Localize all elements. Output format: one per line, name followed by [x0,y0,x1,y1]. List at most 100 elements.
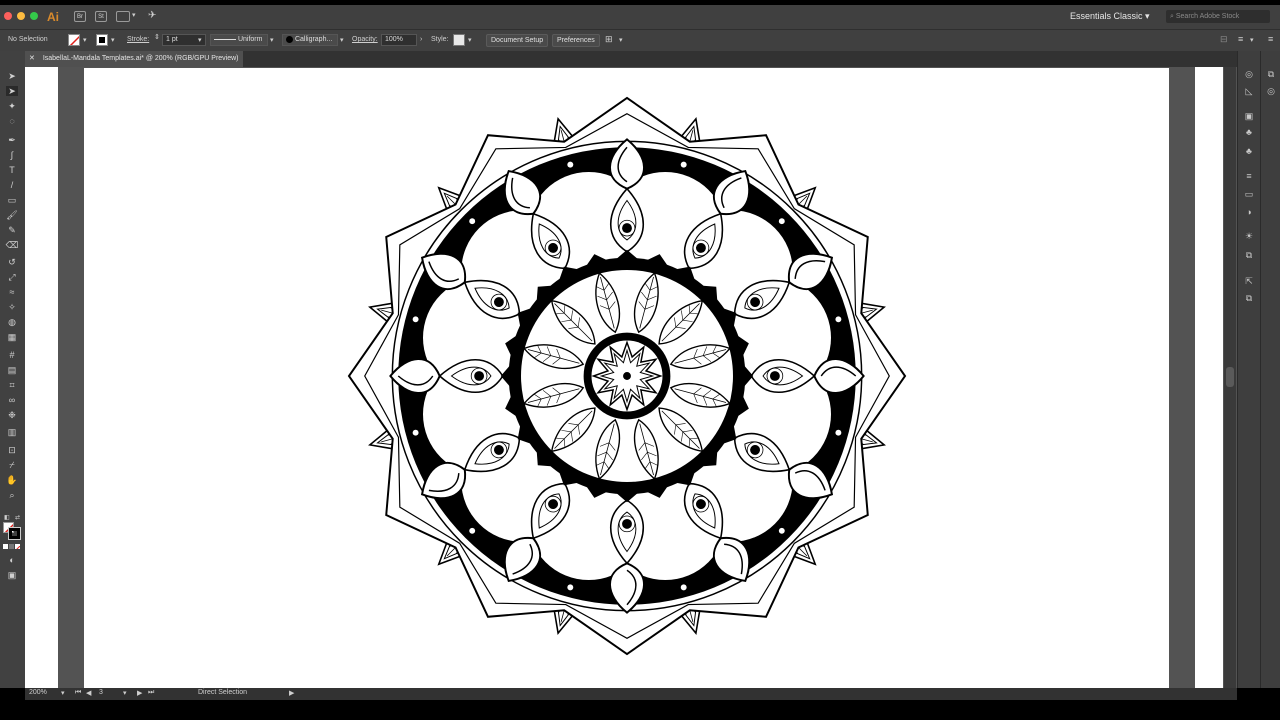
rectangle-tool-icon[interactable]: ▭ [6,195,18,205]
selection-tool-icon[interactable]: ➤ [6,71,18,81]
puppet-warp-tool-icon[interactable]: ✧ [6,302,18,312]
stepper-icon[interactable]: ⇕ [154,33,160,41]
chevron-right-icon[interactable]: ▶ [289,689,294,697]
minimize-window-button[interactable] [17,12,25,20]
bridge-button[interactable]: Br [74,11,86,22]
chevron-down-icon[interactable]: ▾ [61,689,65,697]
line-segment-tool-icon[interactable]: / [6,180,18,190]
align-icon[interactable]: ⊟ [1220,34,1228,45]
workspace-switcher[interactable]: Essentials Classic ▾ [1070,11,1150,22]
color-mode-icon[interactable] [3,544,8,549]
mandala-artwork[interactable] [340,95,914,657]
opacity-label[interactable]: Opacity: [352,36,378,43]
last-artboard-icon[interactable]: ⏭ [148,689,154,697]
transparency-panel-icon[interactable]: ◑ [1243,207,1255,217]
gradient-mode-icon[interactable] [9,544,14,549]
chevron-down-icon[interactable]: ▾ [1250,36,1254,44]
tools-panel-header[interactable] [0,51,25,67]
chevron-down-icon[interactable]: ▾ [619,36,623,44]
libraries-panel-icon[interactable]: ◺ [1243,86,1255,96]
shape-builder-tool-icon[interactable]: ◍ [6,317,18,327]
next-artboard-icon[interactable]: ▶ [137,689,142,697]
none-mode-icon[interactable] [15,544,20,549]
artboard-tool-icon[interactable]: ⊡ [6,445,18,455]
control-bar-menu-icon[interactable]: ≡ [1268,34,1273,44]
variable-width-profile[interactable]: Uniform [210,34,268,46]
layers-panel-icon[interactable]: ⧉ [1265,69,1277,79]
image-trace-panel-icon[interactable]: ▣ [1243,111,1255,121]
current-tool-status[interactable]: Direct Selection [198,689,247,696]
width-tool-icon[interactable]: ≈ [6,287,18,297]
artboard-number[interactable]: 3 [99,689,103,696]
symbol-sprayer-tool-icon[interactable]: ❉ [6,410,18,420]
drawing-modes-icon[interactable]: ◐ [6,555,18,565]
shaper-tool-icon[interactable]: ✎ [6,225,18,235]
search-adobe-stock-input[interactable]: ⌕ Search Adobe Stock [1166,10,1270,23]
close-window-button[interactable] [4,12,12,20]
chevron-right-icon[interactable]: › [420,36,422,43]
vertical-scrollbar[interactable] [1224,67,1236,688]
preferences-button[interactable]: Preferences [552,34,600,47]
stroke-swatch[interactable] [96,34,108,46]
export-panel-icon[interactable]: ⇱ [1243,276,1255,286]
first-artboard-icon[interactable]: ⏮ [75,689,81,697]
curvature-tool-icon[interactable]: ∫ [6,150,18,160]
chevron-down-icon[interactable]: ▾ [123,689,127,697]
arrange-documents-button[interactable] [116,11,130,22]
fill-swatch[interactable] [68,34,80,46]
chevron-down-icon[interactable]: ▾ [198,36,202,44]
gradient-panel-icon[interactable]: ▭ [1243,189,1255,199]
lasso-tool-icon[interactable]: ◌ [6,116,18,126]
stock-button[interactable]: St [95,11,107,22]
close-icon[interactable]: ✕ [29,55,35,62]
chevron-down-icon[interactable]: ▾ [468,36,472,44]
chevron-down-icon[interactable]: ▾ [132,11,136,19]
paintbrush-tool-icon[interactable]: 🖌 [6,210,18,220]
eyedropper-tool-icon[interactable]: ⌗ [6,380,18,390]
blend-tool-icon[interactable]: ∞ [6,395,18,405]
magic-wand-tool-icon[interactable]: ✦ [6,101,18,111]
default-colors-icon[interactable]: ◧ [4,514,10,521]
brush-definition[interactable]: Calligraph... [282,34,338,46]
color-panel-icon[interactable]: ◎ [1265,86,1277,96]
eraser-tool-icon[interactable]: ⌫ [6,240,19,250]
zoom-window-button[interactable] [30,12,38,20]
stroke-panel-icon[interactable]: ≡ [1243,171,1255,181]
chevron-down-icon[interactable]: ▾ [340,36,344,44]
zoom-tool-icon[interactable]: ⌕ [6,490,18,500]
artboards-panel-icon[interactable]: ⧉ [1243,293,1255,303]
hand-tool-icon[interactable]: ✋ [6,475,18,485]
column-graph-tool-icon[interactable]: ▥ [6,427,18,437]
direct-selection-tool-icon[interactable]: ➤ [6,86,18,96]
opacity-field[interactable]: 100% [381,34,417,46]
graphic-style-swatch[interactable] [453,34,465,46]
stroke-color-box[interactable] [8,527,21,540]
scale-tool-icon[interactable]: ⤢ [6,272,18,282]
screen-mode-icon[interactable]: ▣ [6,570,18,580]
rotate-tool-icon[interactable]: ↺ [6,257,18,267]
panel-menu-icon[interactable]: ≡ [1238,34,1243,44]
brushes-panel-icon[interactable]: ♣ [1243,127,1255,137]
pen-tool-icon[interactable]: ✒ [6,135,18,145]
gpu-performance-icon[interactable]: ✈ [148,10,156,21]
properties-panel-icon[interactable]: ◎ [1243,69,1255,79]
document-setup-button[interactable]: Document Setup [486,34,549,47]
swap-colors-icon[interactable]: ⇄ [15,514,20,521]
gradient-tool-icon[interactable]: ▤ [6,365,18,375]
arrange-icon[interactable]: ⊞ [605,34,613,45]
chevron-down-icon[interactable]: ▾ [83,36,87,44]
perspective-grid-tool-icon[interactable]: ▦ [6,332,18,342]
chevron-down-icon[interactable]: ▾ [270,36,274,44]
mesh-tool-icon[interactable]: # [6,350,18,360]
symbols-panel-icon[interactable]: ♣ [1243,146,1255,156]
previous-artboard-icon[interactable]: ◀ [86,689,91,697]
zoom-level[interactable]: 200% [29,689,47,696]
appearance-panel-icon[interactable]: ☀ [1243,231,1255,241]
slice-tool-icon[interactable]: ⌿ [6,460,18,470]
stroke-label[interactable]: Stroke: [127,36,149,43]
document-tab[interactable]: ✕ IsabellaL-Mandala Templates.ai* @ 200%… [25,51,243,67]
scroll-thumb[interactable] [1226,367,1234,387]
graphic-styles-panel-icon[interactable]: ⧉ [1243,250,1255,260]
chevron-down-icon[interactable]: ▾ [111,36,115,44]
type-tool-icon[interactable]: T [6,165,18,175]
